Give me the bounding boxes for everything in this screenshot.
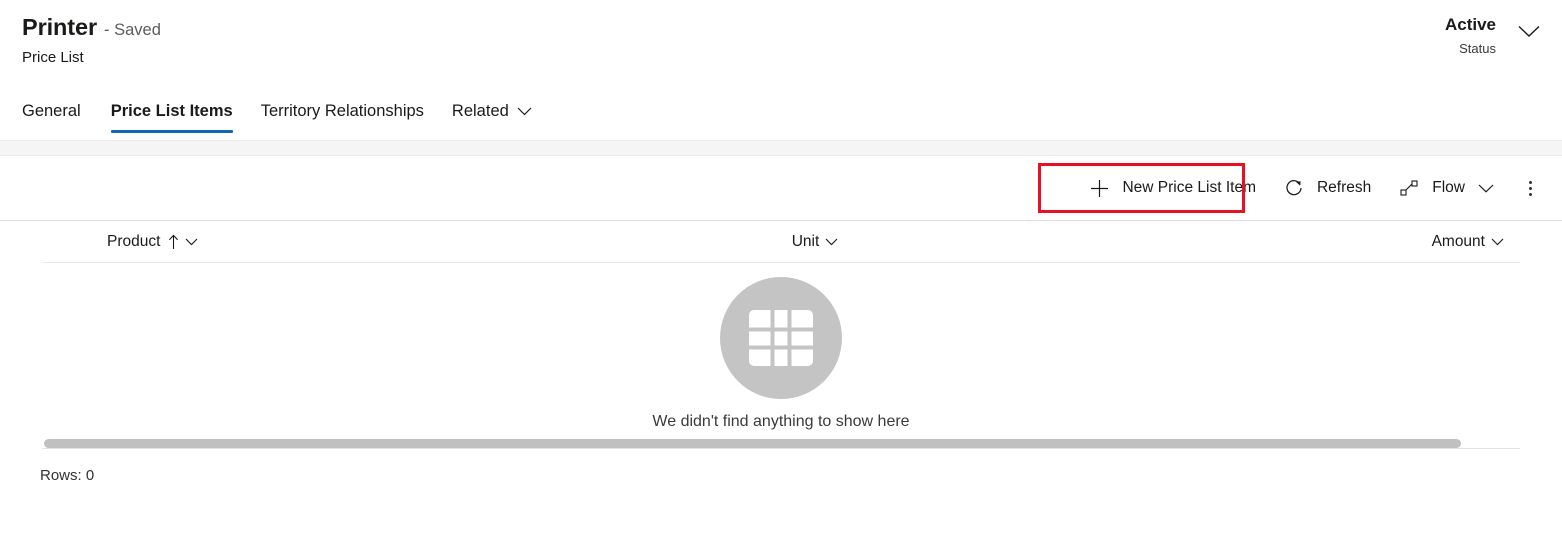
empty-state-message: We didn't find anything to show here bbox=[652, 413, 910, 430]
refresh-circular-arrow-icon bbox=[1284, 178, 1304, 198]
tab-territory-relationships[interactable]: Territory Relationships bbox=[247, 88, 438, 134]
tab-general-label: General bbox=[22, 101, 81, 120]
chevron-down-icon bbox=[1478, 184, 1494, 193]
tab-general[interactable]: General bbox=[22, 88, 97, 134]
horizontal-scrollbar[interactable] bbox=[44, 439, 1520, 448]
status-field-label: Status bbox=[1459, 41, 1496, 56]
grid-column-headers: Product Unit Amount bbox=[42, 221, 1520, 263]
sort-ascending-arrow-icon bbox=[168, 234, 179, 250]
plus-icon bbox=[1089, 178, 1109, 198]
status-text-group: Active Status bbox=[1445, 16, 1496, 55]
tab-territory-relationships-label: Territory Relationships bbox=[260, 101, 424, 120]
page-title: Printer bbox=[22, 14, 98, 40]
saved-state-text: - Saved bbox=[104, 21, 161, 39]
chevron-down-icon bbox=[1491, 233, 1504, 251]
new-price-list-item-label: New Price List Item bbox=[1122, 179, 1256, 196]
refresh-button[interactable]: Refresh bbox=[1270, 166, 1385, 210]
more-vertical-ellipsis-icon bbox=[1528, 180, 1532, 196]
chevron-down-icon bbox=[185, 233, 198, 251]
status-badge: Active bbox=[1444, 15, 1496, 34]
column-header-amount-label: Amount bbox=[1431, 232, 1485, 250]
tab-related-label: Related bbox=[451, 101, 509, 120]
command-bar: New Price List Item Refresh Flow bbox=[0, 156, 1562, 221]
table-grid-icon bbox=[720, 277, 842, 399]
row-count-label: Rows: 0 bbox=[40, 467, 95, 484]
column-header-amount[interactable]: Amount bbox=[1424, 221, 1512, 262]
chevron-down-icon bbox=[517, 107, 532, 116]
tab-price-list-items-label: Price List Items bbox=[110, 101, 233, 120]
column-header-unit[interactable]: Unit bbox=[784, 221, 847, 262]
empty-state: We didn't find anything to show here bbox=[0, 277, 1562, 431]
horizontal-scrollbar-thumb[interactable] bbox=[44, 439, 1461, 448]
record-header: Printer - Saved Price List Active Status bbox=[0, 0, 1562, 88]
column-header-product-label: Product bbox=[107, 232, 161, 250]
title-block: Printer - Saved Price List bbox=[22, 14, 161, 66]
record-title-line: Printer - Saved bbox=[22, 14, 161, 40]
chevron-down-icon[interactable] bbox=[1514, 20, 1544, 42]
grid-footer: Rows: 0 bbox=[0, 449, 1562, 484]
header-separator bbox=[0, 140, 1562, 156]
tab-price-list-items[interactable]: Price List Items bbox=[97, 88, 247, 134]
grid-body: We didn't find anything to show here bbox=[0, 263, 1562, 448]
chevron-down-icon bbox=[825, 233, 838, 251]
new-price-list-item-button[interactable]: New Price List Item bbox=[1075, 166, 1270, 210]
column-header-unit-label: Unit bbox=[791, 232, 820, 250]
flow-label: Flow bbox=[1432, 179, 1465, 196]
status-block: Active Status bbox=[1445, 16, 1544, 55]
tab-related[interactable]: Related bbox=[438, 88, 546, 134]
price-list-items-grid: Product Unit Amount We didn't find anyth… bbox=[0, 221, 1562, 484]
more-commands-button[interactable] bbox=[1512, 166, 1548, 210]
entity-name-label: Price List bbox=[22, 48, 84, 66]
flow-branch-icon bbox=[1399, 178, 1419, 198]
column-header-product[interactable]: Product bbox=[99, 221, 206, 262]
refresh-label: Refresh bbox=[1316, 179, 1372, 196]
form-tab-bar: General Price List Items Territory Relat… bbox=[0, 88, 1562, 140]
flow-button[interactable]: Flow bbox=[1385, 166, 1508, 210]
